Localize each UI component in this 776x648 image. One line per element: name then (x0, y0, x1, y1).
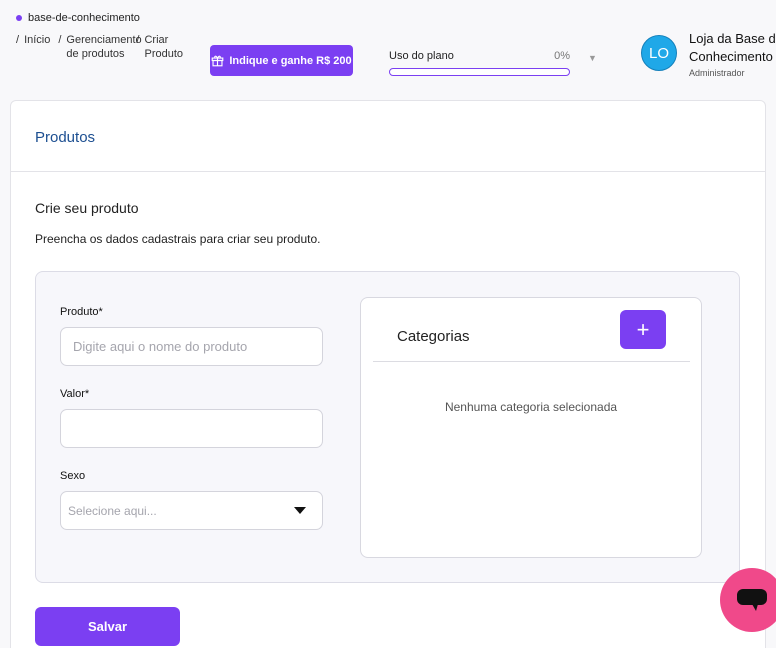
user-name: Loja da Base de Conhecimento (689, 31, 776, 64)
caret-down-icon[interactable]: ▼ (588, 53, 597, 63)
chat-widget-button[interactable] (720, 568, 776, 632)
refer-button-label: Indique e ganhe R$ 200 (229, 54, 352, 67)
gift-icon (212, 55, 224, 67)
categories-title: Categorias (397, 328, 470, 345)
value-input[interactable] (60, 409, 323, 448)
breadcrumb-label: Início (24, 34, 51, 46)
breadcrumb-item-gerenciamento[interactable]: / Gerenciamento de produtos (58, 33, 142, 61)
sex-select[interactable]: Selecione aqui... (60, 491, 323, 530)
product-name-input[interactable] (60, 327, 323, 366)
breadcrumb-label: Criar Produto (144, 34, 184, 60)
breadcrumb-item-criar-produto: / Criar Produto (136, 33, 184, 61)
breadcrumb-separator: / (136, 34, 140, 46)
breadcrumb-separator: / (16, 34, 20, 46)
plan-usage-percent: 0% (554, 50, 570, 62)
store-name: base-de-conhecimento (28, 12, 140, 24)
top-header: base-de-conhecimento / Início / Gerencia… (0, 0, 776, 96)
plan-usage-label: Uso do plano (389, 50, 454, 62)
card-header: Produtos (11, 101, 765, 172)
avatar[interactable]: LO (641, 35, 677, 71)
save-button[interactable]: Salvar (35, 607, 180, 646)
section-subtitle: Crie seu produto (35, 200, 139, 216)
page-title: Produtos (35, 129, 96, 146)
categories-empty-text: Nenhuma categoria selecionada (444, 400, 618, 414)
categories-panel: Categorias + Nenhuma categoria seleciona… (360, 297, 702, 558)
breadcrumb-label: Gerenciamento de produtos (66, 34, 142, 60)
user-role: Administrador (689, 68, 745, 78)
chat-bubble-icon (737, 589, 767, 611)
plan-usage: Uso do plano 0% (389, 50, 570, 76)
avatar-initials: LO (648, 44, 669, 62)
refer-and-earn-button[interactable]: Indique e ganhe R$ 200 (210, 45, 353, 76)
product-form: Produto* Valor* Sexo Selecione aqui... C… (35, 271, 740, 583)
add-category-button[interactable]: + (620, 310, 666, 349)
user-info[interactable]: Loja da Base de Conhecimento Administrad… (689, 30, 776, 78)
plan-usage-bar (389, 68, 570, 76)
section-description: Preencha os dados cadastrais para criar … (35, 232, 321, 246)
breadcrumb: / Início / Gerenciamento de produtos / C… (16, 33, 192, 61)
categories-divider (373, 361, 690, 362)
product-name-label: Produto* (60, 306, 103, 318)
store-selector[interactable]: base-de-conhecimento (16, 12, 140, 24)
value-label: Valor* (60, 388, 90, 400)
plus-icon: + (636, 316, 650, 342)
product-card: Produtos Crie seu produto Preencha os da… (10, 100, 766, 648)
sex-select-placeholder: Selecione aqui... (68, 503, 157, 518)
caret-down-icon (294, 507, 306, 514)
breadcrumb-separator: / (58, 34, 62, 46)
store-status-dot (16, 15, 22, 21)
breadcrumb-item-inicio[interactable]: / Início (16, 33, 50, 61)
sex-label: Sexo (60, 470, 86, 482)
